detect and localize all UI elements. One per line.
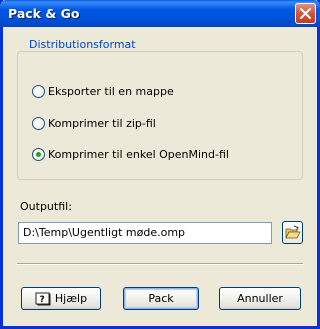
radio-label: Komprimer til zip-fil [48,116,156,130]
svg-text:?: ? [39,295,44,305]
help-label: Hjælp [54,292,88,305]
window-title: Pack & Go [8,6,80,21]
browse-button[interactable] [282,221,303,244]
radio-button-selected[interactable] [32,147,45,161]
radio-button[interactable] [32,116,45,130]
radio-button[interactable] [32,84,45,98]
pack-button[interactable]: Pack [123,287,199,310]
folder-open-icon [285,225,301,239]
help-book-icon: ? [35,292,51,305]
radio-export-folder[interactable]: Eksporter til en mappe [32,83,174,99]
radio-label: Komprimer til enkel OpenMind-fil [48,147,229,161]
cancel-button[interactable]: Annuller [219,287,301,310]
output-file-input[interactable]: D:\Temp\Ugentligt møde.omp [18,222,272,244]
radio-openmind-file[interactable]: Komprimer til enkel OpenMind-fil [32,146,229,162]
output-file-label: Outputfil: [20,200,72,213]
separator [17,263,303,265]
cancel-label: Annuller [237,292,283,305]
close-button[interactable] [295,3,316,24]
radio-label: Eksporter til en mappe [48,84,174,98]
close-icon [300,8,311,19]
pack-label: Pack [148,292,174,305]
title-bar[interactable]: Pack & Go [0,0,320,27]
distribution-legend: Distributionsformat [26,38,139,51]
help-button[interactable]: ? Hjælp [21,287,101,310]
radio-zip-file[interactable]: Komprimer til zip-fil [32,115,156,131]
